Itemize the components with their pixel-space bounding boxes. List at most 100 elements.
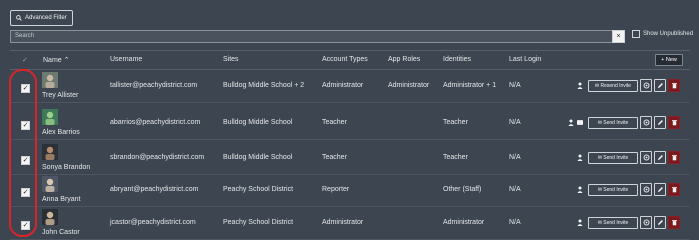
edit-button[interactable] — [654, 216, 666, 229]
account-type-cell: Reporter — [322, 186, 350, 193]
table-row[interactable]: ✓ John Castor jcastor@peachydistrict.com… — [10, 207, 690, 240]
trash-icon — [672, 220, 677, 226]
user-name[interactable]: Trey Allister — [42, 92, 78, 99]
trash-icon — [672, 155, 677, 161]
select-all-checkbox[interactable]: ✓ — [22, 56, 28, 64]
column-username[interactable]: Username — [110, 56, 142, 63]
user-icon — [577, 154, 583, 161]
advanced-filter-label: Advanced Filter — [25, 15, 67, 21]
settings-button[interactable] — [640, 216, 652, 229]
identity-cell: Administrator + 1 — [443, 82, 497, 89]
account-type-cell: Administrator — [322, 82, 364, 89]
delete-button[interactable] — [668, 116, 680, 129]
invite-button[interactable]: ✉ Send Invite — [588, 184, 638, 196]
edit-button[interactable] — [654, 79, 666, 92]
new-user-button[interactable]: + New — [655, 54, 683, 66]
pencil-icon — [658, 120, 663, 125]
search-icon — [16, 15, 22, 21]
column-name[interactable]: Name ⌃ — [43, 56, 69, 64]
invite-button[interactable]: ✉ Send Invite — [588, 117, 638, 129]
trash-icon — [672, 187, 677, 193]
settings-button[interactable] — [640, 151, 652, 164]
user-icon — [577, 186, 583, 193]
show-unpublished-checkbox[interactable] — [632, 30, 640, 38]
last-login-cell: N/A — [509, 186, 521, 193]
column-sites[interactable]: Sites — [223, 56, 239, 63]
search-row: Search × Show Unpublished — [10, 30, 693, 43]
settings-button[interactable] — [640, 116, 652, 129]
app-role-cell: Administrator — [388, 82, 430, 89]
pencil-icon — [658, 187, 663, 192]
search-clear-button[interactable]: × — [612, 30, 625, 43]
settings-button[interactable] — [640, 183, 652, 196]
identity-cell: Teacher — [443, 154, 468, 161]
sites-cell: Peachy School District — [223, 219, 294, 226]
invite-button[interactable]: ✉ Send Invite — [588, 152, 638, 164]
pencil-icon — [658, 220, 663, 225]
table-row[interactable]: ✓ Trey Allister tallister@peachydistrict… — [10, 70, 690, 103]
gear-icon — [643, 154, 650, 161]
user-name[interactable]: Sonya Brandon — [42, 164, 90, 171]
advanced-filter-button[interactable]: Advanced Filter — [10, 10, 73, 26]
identity-cell: Other (Staff) — [443, 186, 482, 193]
sites-cell: Peachy School District — [223, 186, 294, 193]
avatar — [42, 72, 58, 88]
gear-icon — [643, 186, 650, 193]
delete-button[interactable] — [668, 151, 680, 164]
gear-icon — [643, 119, 650, 126]
edit-button[interactable] — [654, 151, 666, 164]
mail-icon — [577, 120, 583, 125]
delete-button[interactable] — [668, 79, 680, 92]
user-name[interactable]: Alex Barrios — [42, 129, 80, 136]
user-icon — [577, 82, 583, 89]
checkbox-column-highlight — [9, 69, 37, 237]
trash-icon — [672, 120, 677, 126]
edit-button[interactable] — [654, 183, 666, 196]
invite-button[interactable]: ✉ Send Invite — [588, 217, 638, 229]
username-cell: tallister@peachydistrict.com — [110, 82, 198, 89]
user-name[interactable]: Anna Bryant — [42, 196, 81, 203]
delete-button[interactable] — [668, 216, 680, 229]
user-icon — [577, 219, 583, 226]
last-login-cell: N/A — [509, 119, 521, 126]
last-login-cell: N/A — [509, 82, 521, 89]
last-login-cell: N/A — [509, 219, 521, 226]
edit-button[interactable] — [654, 116, 666, 129]
avatar — [42, 109, 58, 125]
table-row[interactable]: ✓ Sonya Brandon sbrandon@peachydistrict.… — [10, 142, 690, 175]
column-account-types[interactable]: Account Types — [322, 56, 368, 63]
settings-button[interactable] — [640, 79, 652, 92]
avatar — [42, 209, 58, 225]
column-identities[interactable]: Identities — [443, 56, 471, 63]
pencil-icon — [658, 155, 663, 160]
last-login-cell: N/A — [509, 154, 521, 161]
username-cell: abarrios@peachydistrict.com — [110, 119, 201, 126]
username-cell: sbrandon@peachydistrict.com — [110, 154, 205, 161]
toolbar: Advanced Filter — [10, 8, 73, 26]
gear-icon — [643, 82, 650, 89]
user-name[interactable]: John Castor — [42, 229, 80, 236]
username-cell: abryant@peachydistrict.com — [110, 186, 199, 193]
user-icon — [568, 119, 574, 126]
identity-cell: Teacher — [443, 119, 468, 126]
table-row[interactable]: ✓ Alex Barrios abarrios@peachydistrict.c… — [10, 107, 690, 140]
table-header: ✓ Name ⌃ Username Sites Account Types Ap… — [10, 50, 690, 70]
invite-button[interactable]: ✉ Resend Invite — [588, 80, 638, 92]
show-unpublished-label: Show Unpublished — [643, 31, 694, 37]
username-cell: jcastor@peachydistrict.com — [110, 219, 196, 226]
column-app-roles[interactable]: App Roles — [388, 56, 420, 63]
sites-cell: Bulldog Middle School + 2 — [223, 82, 305, 89]
delete-button[interactable] — [668, 183, 680, 196]
avatar — [42, 144, 58, 160]
search-input[interactable]: Search — [10, 30, 618, 43]
account-type-cell: Teacher — [322, 154, 347, 161]
gear-icon — [643, 219, 650, 226]
trash-icon — [672, 83, 677, 89]
table-row[interactable]: ✓ Anna Bryant abryant@peachydistrict.com… — [10, 174, 690, 207]
identity-cell: Administrator — [443, 219, 485, 226]
sites-cell: Bulldog Middle School — [223, 154, 293, 161]
show-unpublished-toggle[interactable]: Show Unpublished — [632, 30, 693, 38]
sites-cell: Bulldog Middle School — [223, 119, 293, 126]
avatar — [42, 176, 58, 192]
column-last-login[interactable]: Last Login — [509, 56, 541, 63]
